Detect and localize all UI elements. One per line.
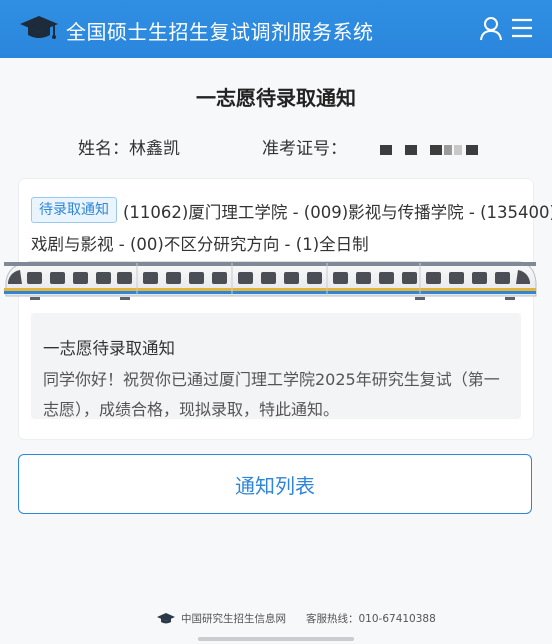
name-label: 姓名： bbox=[78, 139, 129, 159]
top-bar: 全国硕士生招生复试调剂服务系统 bbox=[0, 0, 552, 58]
program-info-line2: 戏剧与影视 - (00)不区分研究方向 - (1)全日制 bbox=[31, 235, 369, 254]
app-title: 全国硕士生招生复试调剂服务系统 bbox=[66, 20, 374, 44]
footer: 中国研究生招生信息网 客服热线：010-67410388 bbox=[0, 604, 552, 644]
notice-title: 一志愿待录取通知 bbox=[43, 339, 175, 358]
exam-number-label: 准考证号： bbox=[262, 139, 347, 159]
home-indicator bbox=[198, 637, 354, 641]
footer-info: 中国研究生招生信息网 客服热线：010-67410388 bbox=[156, 611, 436, 626]
notice-list-button[interactable]: 通知列表 bbox=[18, 454, 532, 514]
graduation-cap-icon bbox=[20, 16, 58, 39]
menu-icon[interactable] bbox=[510, 17, 534, 39]
admission-card: 待录取通知 (11062)厦门理工学院 - (009)影视与传播学院 - (13… bbox=[18, 178, 552, 440]
user-icon[interactable] bbox=[478, 15, 504, 41]
page-title: 一志愿待录取通知 bbox=[196, 86, 356, 110]
notice-body: 同学你好！祝贺你已通过厦门理工学院2025年研究生复试（第一志愿），成绩合格，现… bbox=[43, 370, 500, 419]
train-decoration bbox=[4, 261, 537, 300]
status-badge: 待录取通知 bbox=[31, 197, 117, 223]
main-content: 一志愿待录取通知 姓名：林鑫凯 准考证号： 待录取通知 (11062)厦门理工学… bbox=[0, 58, 552, 604]
graduation-cap-icon bbox=[157, 612, 175, 623]
program-info-line1: (11062)厦门理工学院 - (009)影视与传播学院 - (135400) bbox=[123, 203, 552, 222]
name-value: 林鑫凯 bbox=[129, 139, 180, 159]
footer-hotline: 客服热线：010-67410388 bbox=[306, 613, 436, 625]
notice-box: 一志愿待录取通知 同学你好！祝贺你已通过厦门理工学院2025年研究生复试（第一志… bbox=[31, 313, 521, 419]
candidate-name: 姓名：林鑫凯 bbox=[78, 134, 180, 159]
exam-number-redacted bbox=[380, 142, 480, 156]
footer-site-name[interactable]: 中国研究生招生信息网 bbox=[181, 611, 286, 626]
